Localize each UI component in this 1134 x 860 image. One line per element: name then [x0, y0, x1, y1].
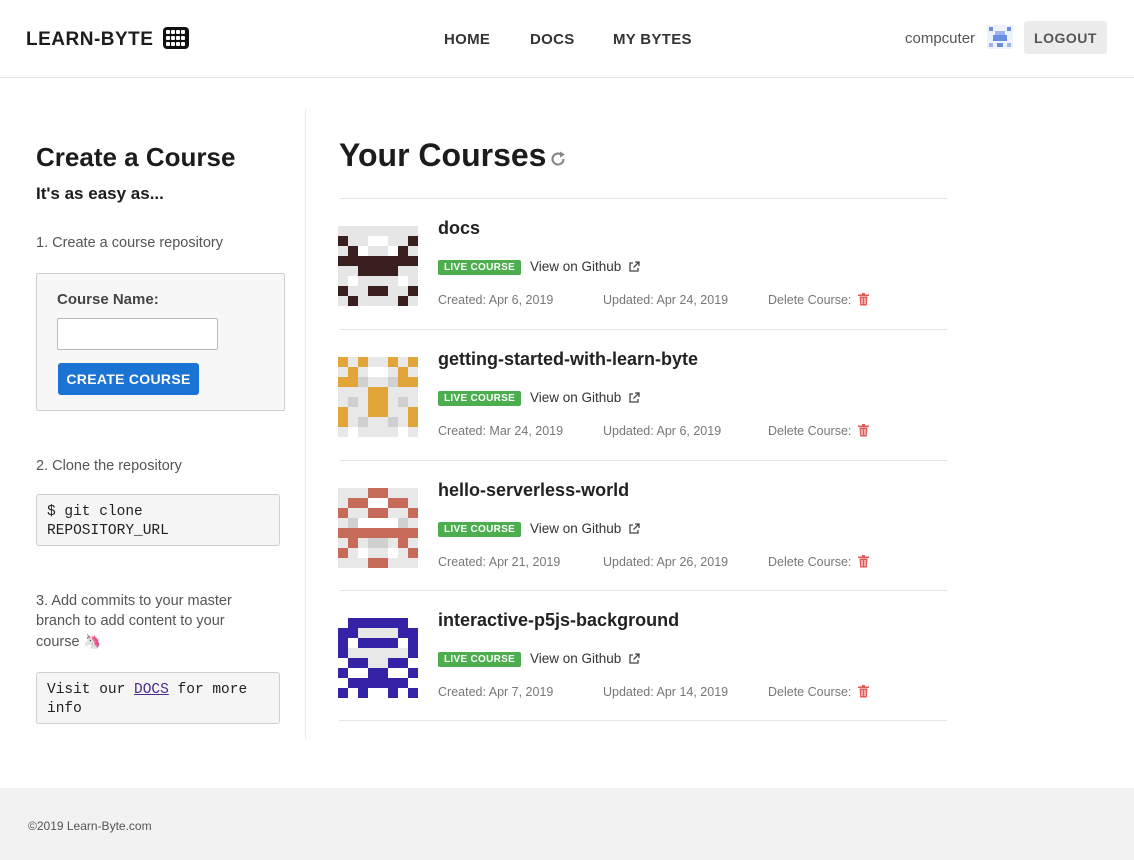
username: compcuter	[905, 30, 976, 47]
external-link-icon[interactable]	[628, 261, 640, 273]
live-course-badge: LIVE COURSE	[438, 391, 522, 406]
nav-docs[interactable]: DOCS	[530, 31, 575, 48]
live-course-badge: LIVE COURSE	[438, 652, 522, 667]
created-date: Created: Mar 24, 2019	[438, 424, 564, 438]
updated-date: Updated: Apr 26, 2019	[603, 555, 729, 569]
step-2-text: 2. Clone the repository	[36, 458, 182, 474]
create-course-button[interactable]: CREATE COURSE	[58, 363, 199, 395]
course-row: interactive-p5js-background LIVE COURSE …	[338, 590, 947, 721]
step-3-text: 3. Add commits to your master branch to …	[36, 591, 232, 652]
refresh-icon[interactable]	[549, 150, 567, 168]
delete-course-label: Delete Course:	[768, 293, 852, 307]
trash-icon[interactable]	[858, 555, 869, 568]
trash-icon[interactable]	[858, 424, 869, 437]
course-name-label: Course Name:	[57, 291, 159, 308]
external-link-icon[interactable]	[628, 653, 640, 665]
course-row: docs LIVE COURSE View on Github Created:…	[338, 198, 947, 329]
step-3-line-1: 3. Add commits to your master	[36, 593, 232, 609]
delete-course-label: Delete Course:	[768, 685, 852, 699]
view-on-github-link[interactable]: View on Github	[530, 390, 621, 405]
docs-note-suffix-1: for more	[177, 682, 248, 698]
course-avatar-icon	[338, 357, 418, 437]
docs-note-prefix: Visit our	[47, 682, 126, 698]
course-row: hello-serverless-world LIVE COURSE View …	[338, 460, 947, 591]
user-avatar-icon[interactable]	[987, 25, 1013, 49]
create-course-form: Course Name: CREATE COURSE	[36, 273, 285, 411]
create-course-title: Create a Course	[36, 142, 236, 172]
view-on-github-link[interactable]: View on Github	[530, 521, 621, 536]
trash-icon[interactable]	[858, 685, 869, 698]
updated-date: Updated: Apr 24, 2019	[603, 293, 729, 307]
created-date: Created: Apr 7, 2019	[438, 685, 554, 699]
unicorn-icon: 🦄	[83, 633, 101, 649]
docs-note-box: Visit our DOCS for more info	[36, 672, 280, 724]
step-3-line-2: branch to add content to your	[36, 613, 225, 629]
nav-my-bytes[interactable]: MY BYTES	[613, 31, 692, 48]
created-date: Created: Apr 6, 2019	[438, 293, 554, 307]
clone-command-line-2: REPOSITORY_URL	[47, 523, 169, 539]
updated-date: Updated: Apr 14, 2019	[603, 685, 729, 699]
course-name[interactable]: interactive-p5js-background	[438, 610, 679, 631]
brand-name[interactable]: LEARN-BYTE	[26, 29, 153, 51]
course-avatar-icon	[338, 226, 418, 306]
delete-course-label: Delete Course:	[768, 555, 852, 569]
docs-note-suffix-2: info	[47, 701, 82, 717]
nav-home[interactable]: HOME	[444, 31, 490, 48]
step-3-line-3: course	[36, 634, 80, 650]
live-course-badge: LIVE COURSE	[438, 522, 522, 537]
course-row: getting-started-with-learn-byte LIVE COU…	[338, 329, 947, 460]
delete-course-label: Delete Course:	[768, 424, 852, 438]
live-course-badge: LIVE COURSE	[438, 260, 522, 275]
view-on-github-link[interactable]: View on Github	[530, 259, 621, 274]
logout-button[interactable]: LOGOUT	[1024, 21, 1107, 54]
top-navbar: LEARN-BYTE HOME DOCS MY BYTES compcuter …	[0, 0, 1134, 78]
external-link-icon[interactable]	[628, 523, 640, 535]
course-avatar-icon	[338, 618, 418, 698]
course-name[interactable]: getting-started-with-learn-byte	[438, 349, 698, 370]
course-name-input[interactable]	[57, 318, 218, 350]
course-name[interactable]: hello-serverless-world	[438, 480, 629, 501]
docs-link[interactable]: DOCS	[134, 682, 169, 698]
view-on-github-link[interactable]: View on Github	[530, 651, 621, 666]
course-avatar-icon	[338, 488, 418, 568]
clone-command-line-1: $ git clone	[47, 504, 143, 520]
sidebar-divider	[305, 109, 306, 739]
footer: ©2019 Learn-Byte.com	[0, 788, 1134, 860]
created-date: Created: Apr 21, 2019	[438, 555, 561, 569]
step-1-text: 1. Create a course repository	[36, 235, 223, 251]
updated-date: Updated: Apr 6, 2019	[603, 424, 722, 438]
clone-command-box: $ git clone REPOSITORY_URL	[36, 494, 280, 546]
external-link-icon[interactable]	[628, 392, 640, 404]
brand-logo-icon[interactable]	[163, 27, 189, 49]
trash-icon[interactable]	[858, 293, 869, 306]
create-course-subtitle: It's as easy as...	[36, 184, 164, 203]
courses-title: Your Courses	[339, 137, 547, 173]
footer-copyright: ©2019 Learn-Byte.com	[28, 819, 152, 833]
course-name[interactable]: docs	[438, 218, 480, 239]
